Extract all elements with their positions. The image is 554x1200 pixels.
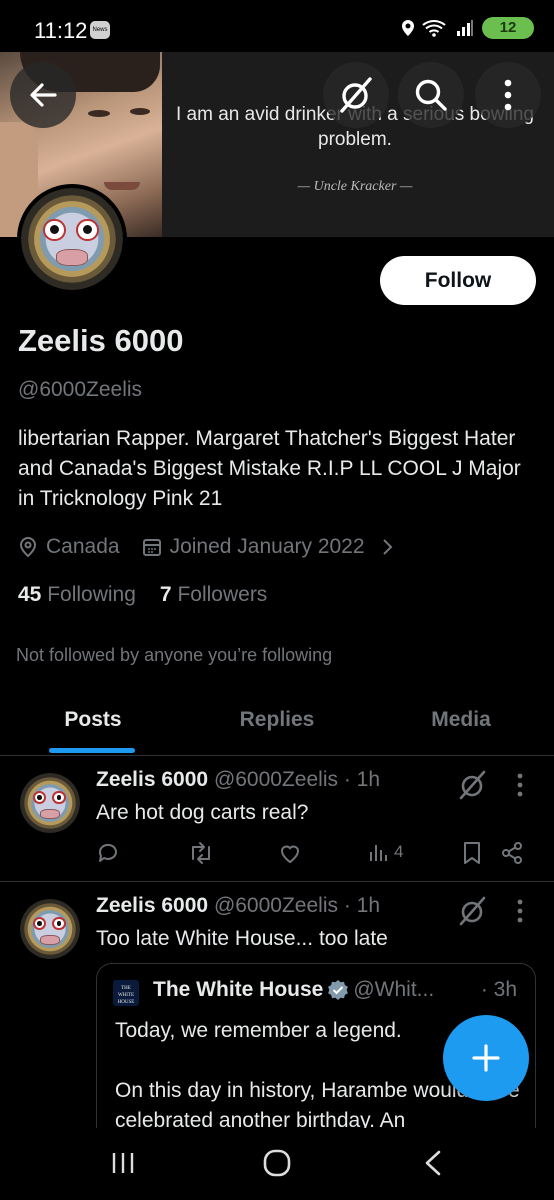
- profile-joined-date: Joined January 2022: [169, 535, 365, 558]
- like-button[interactable]: [278, 841, 302, 865]
- profile-meta: Canada Joined January 2022: [18, 535, 405, 559]
- verified-badge-icon: [328, 980, 349, 1000]
- post-avatar[interactable]: [20, 773, 80, 833]
- profile-handle: @6000Zeelis: [18, 378, 143, 401]
- more-options-button[interactable]: [475, 62, 541, 128]
- post-header: Zeelis 6000 @6000Zeelis · 1h: [96, 894, 380, 918]
- profile-avatar[interactable]: [17, 184, 127, 294]
- share-button[interactable]: [500, 841, 524, 865]
- heart-icon: [280, 845, 300, 864]
- more-vertical-icon: [504, 79, 512, 111]
- bookmark-button[interactable]: [462, 841, 482, 865]
- post-header: Zeelis 6000 @6000Zeelis · 1h: [96, 768, 380, 792]
- views-count: 4: [394, 842, 404, 861]
- white-house-logo: THE WHITE HOUSE: [113, 980, 139, 1006]
- battery-icon: 12: [482, 17, 534, 39]
- post-author-name[interactable]: Zeelis 6000: [96, 768, 208, 791]
- repost-button[interactable]: [188, 841, 214, 865]
- reply-icon: [98, 843, 117, 862]
- grok-icon: [340, 77, 372, 113]
- reply-button[interactable]: [96, 841, 120, 865]
- avatar-image: [21, 188, 123, 290]
- grok-button[interactable]: [323, 62, 389, 128]
- active-tab-indicator: [49, 748, 135, 753]
- back-nav-icon[interactable]: [422, 1150, 444, 1176]
- bookmark-icon: [464, 842, 480, 864]
- arrow-left-icon: [30, 83, 57, 107]
- followers-link[interactable]: 7 Followers: [160, 583, 267, 607]
- post-text: Too late White House... too late: [96, 927, 388, 950]
- home-icon[interactable]: [262, 1148, 292, 1178]
- profile-location: Canada: [46, 535, 120, 558]
- status-icons: 12: [402, 17, 534, 39]
- tab-media[interactable]: Media: [381, 708, 541, 732]
- calendar-icon: [142, 539, 161, 556]
- quoted-post-header: The White House @Whit...: [153, 978, 434, 1002]
- signal-icon: [457, 20, 473, 36]
- following-count: 45: [18, 583, 42, 606]
- status-bar: 11:12 News 12: [0, 0, 554, 52]
- not-followed-notice: Not followed by anyone you’re following: [16, 645, 333, 665]
- search-icon: [415, 79, 447, 111]
- share-icon: [502, 842, 522, 864]
- post-item[interactable]: Zeelis 6000 @6000Zeelis · 1h Are hot dog…: [0, 757, 554, 882]
- following-label: Following: [47, 583, 136, 606]
- post-text: Are hot dog carts real?: [96, 801, 309, 824]
- system-navigation-bar: [0, 1128, 554, 1200]
- display-name: Zeelis 6000: [18, 323, 184, 358]
- recent-apps-icon[interactable]: [110, 1150, 136, 1176]
- quoted-author-handle: @Whit...: [353, 978, 435, 1001]
- views-icon: [370, 845, 387, 861]
- followers-count: 7: [159, 583, 172, 606]
- location-status-icon: [402, 20, 414, 36]
- status-time: 11:12: [34, 18, 88, 43]
- followers-label: Followers: [177, 583, 268, 606]
- post-author-handle: @6000Zeelis: [213, 768, 338, 791]
- back-button[interactable]: [10, 62, 76, 128]
- profile-bio: libertarian Rapper. Margaret Thatcher's …: [18, 427, 521, 510]
- compose-post-button[interactable]: [443, 1015, 529, 1101]
- follow-stats: 45 Following 7 Followers: [18, 583, 267, 607]
- chevron-right-icon[interactable]: [377, 537, 397, 557]
- search-button[interactable]: [398, 62, 464, 128]
- post-more-icon[interactable]: [516, 899, 524, 923]
- tab-replies[interactable]: Replies: [197, 708, 357, 732]
- post-time: · 1h: [343, 894, 381, 917]
- post-author-handle: @6000Zeelis: [213, 894, 338, 917]
- follow-button[interactable]: Follow: [380, 256, 536, 305]
- views-button[interactable]: 4: [368, 841, 403, 863]
- wifi-icon: [422, 20, 446, 37]
- post-more-icon[interactable]: [516, 773, 524, 797]
- post-avatar[interactable]: [20, 899, 80, 959]
- post-author-name[interactable]: Zeelis 6000: [96, 894, 208, 917]
- location-icon: [19, 536, 37, 558]
- news-notification-icon: News: [90, 21, 110, 39]
- tab-posts[interactable]: Posts: [13, 708, 173, 732]
- grok-icon[interactable]: [458, 896, 488, 926]
- repost-icon: [192, 842, 210, 864]
- quoted-post-time: · 3h: [480, 978, 517, 1001]
- following-link[interactable]: 45 Following: [18, 583, 136, 607]
- banner-quote-author: — Uncle Kracker —: [297, 179, 413, 194]
- grok-icon[interactable]: [458, 770, 488, 800]
- profile-tabs: Posts Replies Media: [0, 690, 554, 756]
- plus-icon: [472, 1044, 500, 1072]
- post-time: · 1h: [343, 768, 381, 791]
- quoted-author-name: The White House: [153, 978, 324, 1001]
- post-actions: 4: [96, 841, 536, 869]
